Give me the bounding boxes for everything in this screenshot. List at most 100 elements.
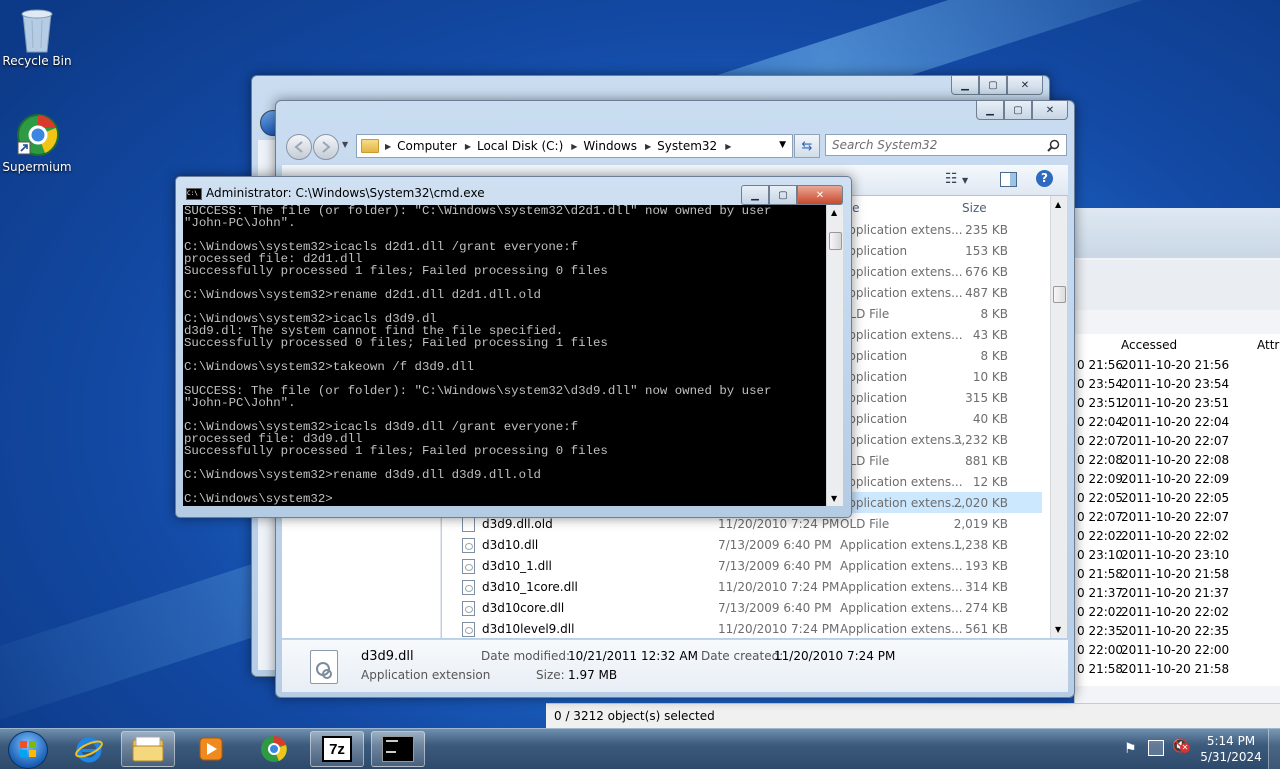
- file-attributes-window[interactable]: Accessed Attri 0 21:562011-10-20 21:560 …: [1074, 208, 1280, 728]
- dll-file-icon: [462, 559, 475, 574]
- close-button[interactable]: ✕: [1032, 101, 1068, 120]
- file-size: 153 KB: [965, 243, 1008, 258]
- scroll-thumb[interactable]: [829, 232, 842, 250]
- file-row[interactable]: d3d10_1core.dll 11/20/2010 7:24 PM Applica…: [442, 576, 1042, 597]
- explorer-button[interactable]: [121, 731, 175, 767]
- internet-explorer-button[interactable]: [62, 731, 116, 767]
- file-row[interactable]: d3d10_1.dll 7/13/2009 6:40 PM Application …: [442, 555, 1042, 576]
- 7zip-button[interactable]: 7z: [310, 731, 364, 767]
- cmd-scrollbar[interactable]: ▲ ▼: [826, 205, 843, 506]
- file-date: 11/20/2010 7:24 PM: [718, 516, 840, 531]
- flag-icon[interactable]: ⚑: [1124, 741, 1137, 757]
- accessed-row[interactable]: 0 22:04 2011-10-20 22:04: [1075, 413, 1280, 432]
- scroll-thumb[interactable]: [1053, 286, 1066, 303]
- show-desktop-button[interactable]: [1268, 729, 1280, 769]
- accessed-time: 2011-10-20 22:05: [1121, 491, 1230, 505]
- cmd-window[interactable]: C:\ Administrator: C:\Windows\System32\c…: [175, 176, 852, 518]
- accessed-time: 2011-10-20 22:02: [1121, 529, 1230, 543]
- clock[interactable]: 5:14 PM 5/31/2024: [1200, 733, 1262, 765]
- media-player-button[interactable]: [184, 731, 238, 767]
- preview-pane-icon[interactable]: [1000, 172, 1017, 187]
- desktop-icon-supermium[interactable]: Supermium: [0, 112, 74, 174]
- accessed-row[interactable]: 0 22:07 2011-10-20 22:07: [1075, 508, 1280, 527]
- breadcrumb-chevron-icon[interactable]: ▶: [569, 142, 579, 151]
- scroll-up-icon[interactable]: ▲: [1055, 200, 1061, 209]
- accessed-row[interactable]: 0 22:05 2011-10-20 22:05: [1075, 489, 1280, 508]
- accessed-row[interactable]: 0 22:02 2011-10-20 22:02: [1075, 527, 1280, 546]
- file-size: 2,019 KB: [953, 516, 1008, 531]
- address-bar[interactable]: ▶ Computer ▶ Local Disk (C:) ▶ Windows ▶…: [356, 134, 793, 158]
- folder-icon: [132, 736, 164, 762]
- breadcrumb-chevron-icon[interactable]: ▶: [723, 142, 733, 151]
- network-icon[interactable]: [1148, 740, 1164, 756]
- breadcrumb-chevron-icon[interactable]: ▶: [643, 142, 653, 151]
- desktop-icon-recycle-bin[interactable]: Recycle Bin: [0, 6, 74, 68]
- breadcrumb-chevron-icon[interactable]: ▶: [383, 142, 393, 151]
- file-size: 1,238 KB: [953, 537, 1008, 552]
- accessed-time: 2011-10-20 23:10: [1121, 548, 1230, 562]
- refresh-icon: ⇆: [801, 138, 813, 154]
- accessed-row[interactable]: 0 21:56 2011-10-20 21:56: [1075, 356, 1280, 375]
- breadcrumb-local-disk[interactable]: Local Disk (C:): [473, 139, 569, 153]
- scroll-down-icon[interactable]: ▼: [831, 494, 837, 503]
- accessed-time: 2011-10-20 22:08: [1121, 453, 1230, 467]
- cmd-console-output[interactable]: SUCCESS: The file (or folder): "C:\Windo…: [183, 205, 826, 506]
- breadcrumb-windows[interactable]: Windows: [579, 139, 643, 153]
- breadcrumb-computer[interactable]: Computer: [393, 139, 463, 153]
- windows-start-icon: [20, 741, 36, 757]
- scroll-down-icon[interactable]: ▼: [1055, 625, 1061, 634]
- accessed-row[interactable]: 0 22:07 2011-10-20 22:07: [1075, 432, 1280, 451]
- file-row[interactable]: d3d10level9.dll 11/20/2010 7:24 PM Applica…: [442, 618, 1042, 638]
- cmd-button[interactable]: [371, 731, 425, 767]
- accessed-row[interactable]: 0 23:54 2011-10-20 23:54: [1075, 375, 1280, 394]
- accessed-time: 2011-10-20 22:04: [1121, 415, 1230, 429]
- cmd-maximize-button[interactable]: ▢: [769, 185, 797, 205]
- refresh-button[interactable]: ⇆: [794, 134, 820, 158]
- file-size: 40 KB: [972, 411, 1008, 426]
- file-row[interactable]: d3d10core.dll 7/13/2009 6:40 PM Applicatio…: [442, 597, 1042, 618]
- file-type: OLD File: [840, 516, 890, 531]
- accessed-row[interactable]: 0 21:37 2011-10-20 21:37: [1075, 584, 1280, 603]
- accessed-row[interactable]: 0 21:58 2011-10-20 21:58: [1075, 565, 1280, 584]
- accessed-row[interactable]: 0 23:51 2011-10-20 23:51: [1075, 394, 1280, 413]
- accessed-row[interactable]: 0 22:08 2011-10-20 22:08: [1075, 451, 1280, 470]
- help-icon[interactable]: ?: [1036, 170, 1053, 187]
- modified-time-partial: 0 21:37: [1077, 586, 1124, 600]
- accessed-row[interactable]: 0 23:10 2011-10-20 23:10: [1075, 546, 1280, 565]
- back-button[interactable]: [286, 134, 312, 160]
- volume-muted-icon[interactable]: 🔇✕: [1172, 739, 1190, 754]
- recent-pages-chevron-icon[interactable]: ▼: [342, 140, 348, 149]
- file-size: 43 KB: [972, 327, 1008, 342]
- breadcrumb-system32[interactable]: System32: [653, 139, 723, 153]
- forward-button[interactable]: [313, 134, 339, 160]
- address-dropdown-icon[interactable]: ▼: [779, 140, 786, 150]
- file-size: 487 KB: [965, 285, 1008, 300]
- file-row[interactable]: d3d10.dll 7/13/2009 6:40 PM Application ex…: [442, 534, 1042, 555]
- caption-buttons: ▁ ▢ ✕: [951, 76, 1043, 95]
- supermium-button[interactable]: [247, 731, 301, 767]
- start-button[interactable]: [8, 731, 48, 769]
- accessed-row[interactable]: 0 22:09 2011-10-20 22:09: [1075, 470, 1280, 489]
- attributes-column-header[interactable]: Attri: [1257, 338, 1280, 352]
- accessed-row[interactable]: 0 22:00 2011-10-20 22:00: [1075, 641, 1280, 660]
- file-list-scrollbar[interactable]: ▲ ▼: [1050, 196, 1067, 638]
- change-view-icon[interactable]: ☷ ▼: [945, 171, 968, 187]
- accessed-row[interactable]: 0 22:35 2011-10-20 22:35: [1075, 622, 1280, 641]
- maximize-button[interactable]: ▢: [1004, 101, 1032, 120]
- cmd-close-button[interactable]: ✕: [797, 185, 843, 205]
- scroll-up-icon[interactable]: ▲: [831, 208, 837, 217]
- search-input[interactable]: Search System32: [825, 134, 1067, 156]
- cmd-minimize-button[interactable]: ▁: [741, 185, 769, 205]
- accessed-row[interactable]: 0 21:58 2011-10-20 21:58: [1075, 660, 1280, 679]
- close-button[interactable]: ✕: [1007, 76, 1043, 95]
- modified-time-partial: 0 23:51: [1077, 396, 1124, 410]
- accessed-column-header[interactable]: Accessed: [1121, 338, 1177, 352]
- cmd-icon: [382, 736, 414, 762]
- maximize-button[interactable]: ▢: [979, 76, 1007, 95]
- breadcrumb-chevron-icon[interactable]: ▶: [463, 142, 473, 151]
- accessed-row[interactable]: 0 22:02 2011-10-20 22:02: [1075, 603, 1280, 622]
- minimize-button[interactable]: ▁: [951, 76, 979, 95]
- file-size: 2,020 KB: [953, 495, 1008, 510]
- size-column-header[interactable]: Size: [962, 201, 987, 215]
- minimize-button[interactable]: ▁: [976, 101, 1004, 120]
